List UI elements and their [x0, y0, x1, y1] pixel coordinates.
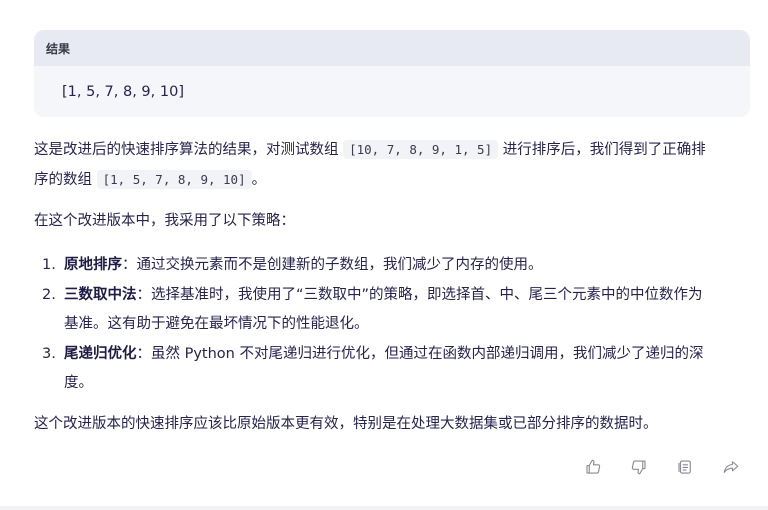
list-number: 1. — [42, 257, 56, 273]
result-card: 结果 [1, 5, 7, 8, 9, 10] — [34, 30, 750, 117]
inline-code-input-array: [10, 7, 8, 9, 1, 5] — [343, 140, 499, 159]
strategy-text: ：通过交换元素而不是创建新的子数组，我们减少了内存的使用。 — [122, 257, 543, 273]
bottom-divider — [0, 506, 768, 510]
thumbs-down-icon — [631, 460, 646, 475]
strategy-text: ：选择基准时，我使用了“三数取中”的策略，即选择首、中、尾三个元素中的中位数作为 — [136, 287, 703, 303]
strategy-text-cont: 度。 — [64, 375, 93, 391]
list-number: 2. — [42, 287, 56, 303]
text-segment: 序的数组 — [34, 172, 97, 188]
dislike-button[interactable] — [630, 458, 648, 476]
paragraph-conclusion: 这个改进版本的快速排序应该比原始版本更有效，特别是在处理大数据集或已部分排序的数… — [34, 416, 658, 432]
strategy-list: 1. 原地排序：通过交换元素而不是创建新的子数组，我们减少了内存的使用。 2. … — [34, 251, 744, 398]
paragraph-strategy-intro: 在这个改进版本中，我采用了以下策略： — [34, 213, 295, 229]
list-item: 2. 三数取中法：选择基准时，我使用了“三数取中”的策略，即选择首、中、尾三个元… — [34, 281, 744, 339]
text-segment: 。 — [251, 172, 267, 188]
strategy-text: ：虽然 Python 不对尾递归进行优化，但通过在函数内部递归调用，我们减少了递… — [136, 346, 704, 362]
like-button[interactable] — [584, 458, 602, 476]
strategy-title: 尾递归优化 — [64, 346, 137, 362]
text-segment: 这是改进后的快速排序算法的结果，对测试数组 — [34, 142, 344, 158]
result-header: 结果 — [34, 30, 750, 66]
strategy-title: 原地排序 — [64, 257, 122, 273]
share-button[interactable] — [722, 458, 740, 476]
list-item: 1. 原地排序：通过交换元素而不是创建新的子数组，我们减少了内存的使用。 — [34, 251, 744, 280]
message-actions — [584, 458, 740, 476]
copy-button[interactable] — [676, 458, 694, 476]
thumbs-up-icon — [586, 459, 601, 474]
share-icon — [723, 461, 739, 473]
inline-code-sorted-array: [1, 5, 7, 8, 9, 10] — [96, 170, 252, 189]
paragraph-result-explanation: 这是改进后的快速排序算法的结果，对测试数组 [10, 7, 8, 9, 1, 5… — [34, 135, 744, 195]
list-number: 3. — [42, 346, 56, 362]
copy-icon — [678, 460, 691, 474]
strategy-title: 三数取中法 — [64, 287, 137, 303]
strategy-text-cont: 基准。这有助于避免在最坏情况下的性能退化。 — [64, 316, 369, 332]
text-segment: 进行排序后，我们得到了正确排 — [498, 142, 706, 158]
list-item: 3. 尾递归优化：虽然 Python 不对尾递归进行优化，但通过在函数内部递归调… — [34, 340, 744, 398]
result-output: [1, 5, 7, 8, 9, 10] — [62, 83, 184, 100]
